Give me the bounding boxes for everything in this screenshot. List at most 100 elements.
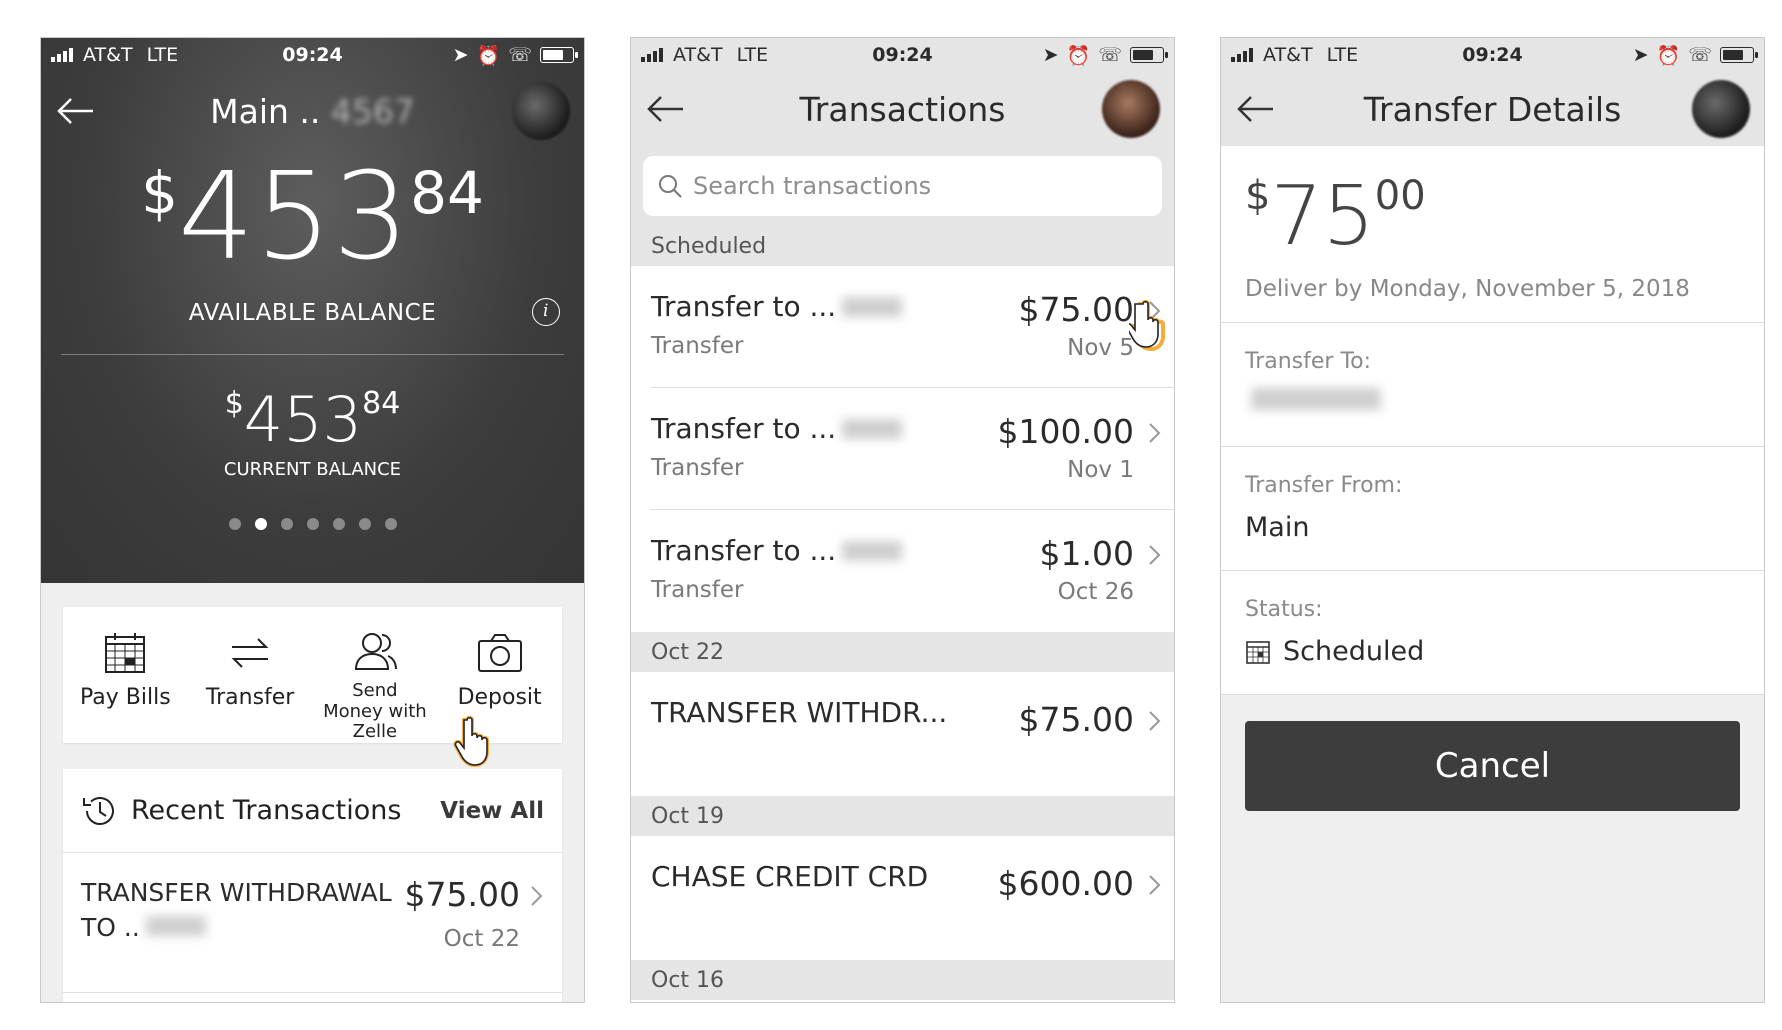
carrier-label: AT&T [673, 44, 723, 66]
calendar-icon [103, 629, 147, 677]
current-balance-label: CURRENT BALANCE [223, 459, 402, 480]
section-header: Oct 19 [631, 796, 1174, 836]
chevron-right-icon [1149, 711, 1161, 731]
page-dot[interactable] [228, 518, 241, 530]
back-arrow-icon [647, 96, 683, 122]
avatar[interactable] [1692, 80, 1750, 138]
location-icon: ➤ [452, 44, 469, 66]
page-title: Transactions [799, 89, 1006, 129]
search-bar[interactable] [643, 156, 1162, 216]
transaction-amount: $100.00 [997, 412, 1134, 451]
battery-icon [540, 47, 578, 63]
available-balance-amount: $45384 [141, 148, 484, 287]
carrier-label: AT&T [1263, 44, 1313, 66]
avatar[interactable] [1102, 80, 1160, 138]
redacted-account [842, 418, 903, 439]
divider [61, 354, 564, 355]
status-label: Status: [1245, 597, 1323, 622]
section-header: Scheduled [631, 226, 1174, 266]
transaction-type: Transfer [651, 455, 744, 481]
status-value: Scheduled [1283, 636, 1425, 667]
hand-cursor-icon [453, 716, 489, 768]
page-indicator[interactable] [41, 518, 584, 530]
network-label: LTE [736, 44, 769, 66]
tty-icon: ☏ [1098, 44, 1122, 66]
nav-bar: Main .. 4567 [41, 72, 584, 150]
transfer-amount: $7500 [1245, 169, 1426, 264]
section-header: Oct 22 [631, 632, 1174, 672]
pay-bills-button[interactable]: Pay Bills [63, 607, 188, 743]
info-icon[interactable]: i [532, 298, 560, 326]
signal-icon [641, 48, 663, 62]
page-dot-active[interactable] [254, 518, 267, 530]
zelle-button[interactable]: Send Money with Zelle [313, 607, 438, 743]
recent-transactions-title: Recent Transactions [131, 795, 402, 826]
tty-icon: ☏ [1688, 44, 1712, 66]
deposit-label: Deposit [457, 685, 542, 710]
location-icon: ➤ [1632, 44, 1649, 66]
search-icon [659, 175, 682, 198]
transaction-amount: $600.00 [997, 864, 1134, 903]
transaction-date: Nov 5 [1067, 335, 1134, 361]
transaction-row[interactable]: CHASE CREDIT CRD $600.00 [631, 836, 1174, 960]
signal-icon [1231, 48, 1253, 62]
view-all-link[interactable]: View All [440, 798, 544, 824]
zelle-label: Send Money with Zelle [323, 680, 427, 743]
transaction-type: Transfer [651, 333, 744, 359]
page-title: Transfer Details [1363, 89, 1622, 129]
carrier-label: AT&T [83, 44, 133, 66]
page-dot[interactable] [358, 518, 371, 530]
alarm-icon: ⏰ [476, 44, 501, 67]
avatar[interactable] [512, 82, 570, 140]
status-bar: AT&T LTE 09:24 ➤ ⏰ ☏ [631, 38, 1174, 72]
transaction-name: Transfer to ... [651, 534, 837, 567]
transaction-row[interactable]: Transfer to ... Transfer $100.00 Nov 1 [631, 388, 1174, 510]
lower-panel: Pay Bills Transfer Send Money with Zelle… [41, 583, 584, 1002]
list-item[interactable]: TRANSFER WITHDRAWAL TO .. $75.00 Oct 22 [63, 853, 562, 993]
cancel-button[interactable]: Cancel [1245, 721, 1740, 811]
deliver-by-date: Deliver by Monday, November 5, 2018 [1245, 276, 1690, 302]
redacted-account [842, 296, 903, 317]
redacted-account [145, 916, 206, 936]
transaction-row[interactable]: Transfer to ... Transfer $1.00 Oct 26 [631, 510, 1174, 632]
transaction-type: Transfer [651, 577, 744, 603]
transaction-name: Transfer to ... [651, 412, 837, 445]
battery-icon [1720, 47, 1758, 63]
transfer-button[interactable]: Transfer [188, 607, 313, 743]
status-bar: AT&T LTE 09:24 ➤ ⏰ ☏ [1221, 38, 1764, 72]
chevron-right-icon [1149, 875, 1161, 895]
section-header: Oct 16 [631, 960, 1174, 1000]
network-label: LTE [146, 44, 179, 66]
recent-transactions-card: Recent Transactions View All TRANSFER WI… [63, 769, 562, 1002]
transaction-amount: $1.00 [1039, 534, 1134, 573]
tty-icon: ☏ [508, 44, 532, 66]
people-icon [350, 629, 400, 673]
transaction-description: TRANSFER WITHDRAWAL TO .. [81, 878, 392, 942]
back-button[interactable] [1235, 87, 1279, 131]
transaction-date: Nov 1 [1067, 457, 1134, 483]
transaction-amount: $75.00 [1018, 290, 1134, 329]
transactions-screen: AT&T LTE 09:24 ➤ ⏰ ☏ Transactions Schedu… [630, 37, 1175, 1003]
back-button[interactable] [55, 89, 99, 133]
transfer-arrows-icon [226, 629, 274, 677]
page-dot[interactable] [384, 518, 397, 530]
transaction-row[interactable]: Transfer to ... Transfer $75.00 Nov 5 [631, 266, 1174, 388]
back-arrow-icon [57, 98, 93, 124]
available-balance-label: AVAILABLE BALANCE [188, 300, 437, 326]
transaction-row[interactable]: TRANSFER WITHDR... $75.00 [631, 672, 1174, 796]
balance-panel: AT&T LTE 09:24 ➤ ⏰ ☏ Main .. 4567 $45384… [41, 38, 584, 583]
page-dot[interactable] [306, 518, 319, 530]
alarm-icon: ⏰ [1066, 44, 1091, 67]
page-dot[interactable] [332, 518, 345, 530]
back-button[interactable] [645, 87, 689, 131]
transfer-to-label: Transfer To: [1245, 349, 1372, 374]
search-input[interactable] [693, 172, 1073, 200]
page-dot[interactable] [280, 518, 293, 530]
battery-icon [1130, 47, 1168, 63]
transaction-date: Oct 22 [443, 926, 520, 952]
hand-cursor-icon [1129, 300, 1165, 352]
transaction-name: Transfer to ... [651, 290, 837, 323]
status-field: Status: Scheduled [1221, 570, 1764, 694]
transaction-name: CHASE CREDIT CRD [651, 860, 929, 893]
nav-bar: Transfer Details [1221, 72, 1764, 146]
